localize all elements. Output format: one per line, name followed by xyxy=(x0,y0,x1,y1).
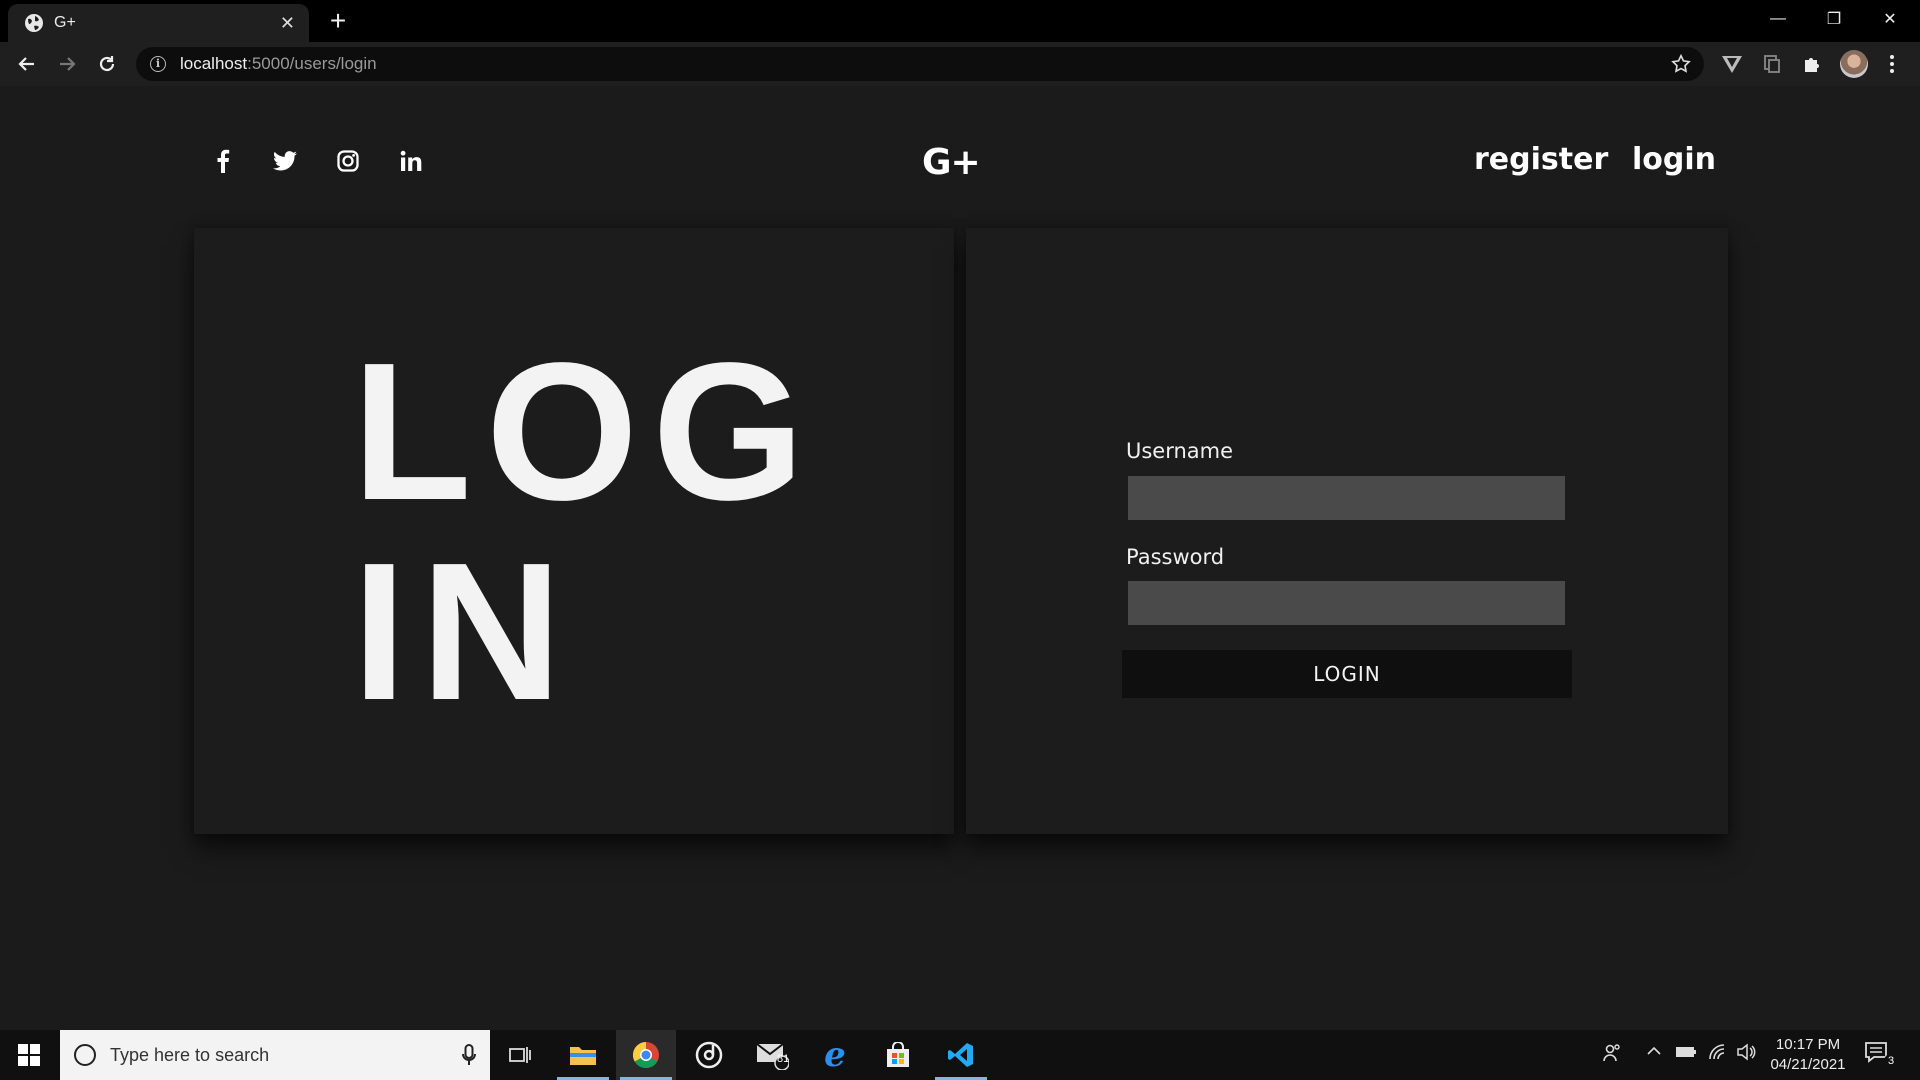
linkedin-icon[interactable] xyxy=(398,148,424,174)
nav-login-link[interactable]: login xyxy=(1632,142,1716,177)
login-form-card: Username Password LOGIN xyxy=(966,228,1728,834)
windows-logo-icon xyxy=(18,1044,40,1066)
groove-music-icon xyxy=(695,1041,723,1069)
clock-date: 04/21/2021 xyxy=(1770,1056,1846,1073)
restore-button[interactable]: ❐ xyxy=(1806,0,1862,38)
reload-button[interactable] xyxy=(91,48,123,80)
puzzle-extension-icon[interactable] xyxy=(1800,52,1824,76)
new-tab-button[interactable]: + xyxy=(323,6,353,36)
action-center-button[interactable]: 3 xyxy=(1864,1040,1898,1072)
edge-taskbar-button[interactable]: e xyxy=(805,1030,865,1080)
browser-toolbar: i localhost :5000/users/login xyxy=(0,42,1920,86)
twitter-icon[interactable] xyxy=(272,148,298,174)
windows-taskbar: Type here to search 81 e 10:17 PM 04/21/… xyxy=(0,1030,1920,1080)
info-icon[interactable]: i xyxy=(150,56,166,72)
wifi-icon[interactable] xyxy=(1706,1043,1730,1067)
chrome-taskbar-button[interactable] xyxy=(616,1030,676,1080)
browser-tab[interactable]: G+ ✕ xyxy=(8,4,309,42)
instagram-icon[interactable] xyxy=(335,148,361,174)
page-content: G+ register login LOG IN Username Passwo… xyxy=(0,86,1920,1030)
chrome-icon xyxy=(632,1041,659,1069)
microphone-icon[interactable] xyxy=(462,1044,476,1066)
vpn-extension-icon[interactable] xyxy=(1720,52,1744,76)
mail-taskbar-button[interactable]: 81 xyxy=(742,1030,802,1080)
taskbar-search-box[interactable]: Type here to search xyxy=(60,1030,490,1080)
file-explorer-taskbar-button[interactable] xyxy=(553,1030,613,1080)
browser-tabstrip: G+ ✕ + — ❐ ✕ xyxy=(0,0,1920,42)
folder-icon xyxy=(570,1047,596,1065)
forward-button[interactable] xyxy=(51,48,83,80)
cortana-icon xyxy=(74,1044,96,1066)
task-view-icon xyxy=(509,1047,531,1063)
minimize-button[interactable]: — xyxy=(1750,0,1806,38)
battery-icon[interactable] xyxy=(1674,1043,1698,1067)
nav-register-link[interactable]: register xyxy=(1474,142,1608,177)
notification-count: 3 xyxy=(1884,1054,1898,1068)
vscode-icon xyxy=(948,1043,973,1067)
close-window-button[interactable]: ✕ xyxy=(1862,0,1918,38)
url-path: :5000/users/login xyxy=(247,54,377,73)
volume-icon[interactable] xyxy=(1734,1043,1758,1067)
taskbar-search-placeholder: Type here to search xyxy=(110,1044,270,1065)
hero-title-line-1: LOG xyxy=(352,322,819,541)
menu-kebab-icon[interactable] xyxy=(1880,52,1904,76)
hero-card: LOG IN xyxy=(194,228,954,834)
facebook-icon[interactable] xyxy=(210,148,236,174)
arrow-right-icon xyxy=(60,57,76,71)
tab-title: G+ xyxy=(54,14,76,31)
store-taskbar-button[interactable] xyxy=(868,1030,928,1080)
tab-close-icon[interactable]: ✕ xyxy=(280,13,295,34)
clock-time: 10:17 PM xyxy=(1775,1036,1841,1053)
url-host: localhost xyxy=(180,54,248,73)
login-submit-button[interactable]: LOGIN xyxy=(1122,650,1572,698)
people-icon[interactable] xyxy=(1600,1043,1624,1067)
username-input[interactable] xyxy=(1128,476,1565,520)
arrow-left-icon xyxy=(18,57,34,71)
media-app-taskbar-button[interactable] xyxy=(679,1030,739,1080)
vscode-taskbar-button[interactable] xyxy=(931,1030,991,1080)
password-label: Password xyxy=(1126,545,1225,569)
mail-badge-count: 81 xyxy=(777,1053,790,1065)
profile-avatar[interactable] xyxy=(1840,50,1868,78)
address-bar[interactable]: i localhost :5000/users/login xyxy=(136,47,1704,81)
password-input[interactable] xyxy=(1128,581,1565,625)
edge-icon: e xyxy=(824,1035,846,1075)
system-clock[interactable]: 10:17 PM 04/21/2021 xyxy=(1764,1035,1852,1075)
brand-logo[interactable]: G+ xyxy=(922,142,981,183)
username-label: Username xyxy=(1126,439,1234,463)
bookmark-star-icon[interactable] xyxy=(1670,53,1692,75)
reload-icon xyxy=(99,56,115,72)
hero-title-line-2: IN xyxy=(352,522,576,741)
store-bag-icon xyxy=(887,1042,909,1067)
globe-icon xyxy=(25,14,43,32)
copy-extension-icon[interactable] xyxy=(1760,52,1784,76)
hero-title: LOG IN xyxy=(352,332,819,732)
chevron-up-icon[interactable] xyxy=(1642,1043,1666,1067)
start-button[interactable] xyxy=(0,1030,58,1080)
task-view-button[interactable] xyxy=(490,1030,550,1080)
back-button[interactable] xyxy=(11,48,43,80)
